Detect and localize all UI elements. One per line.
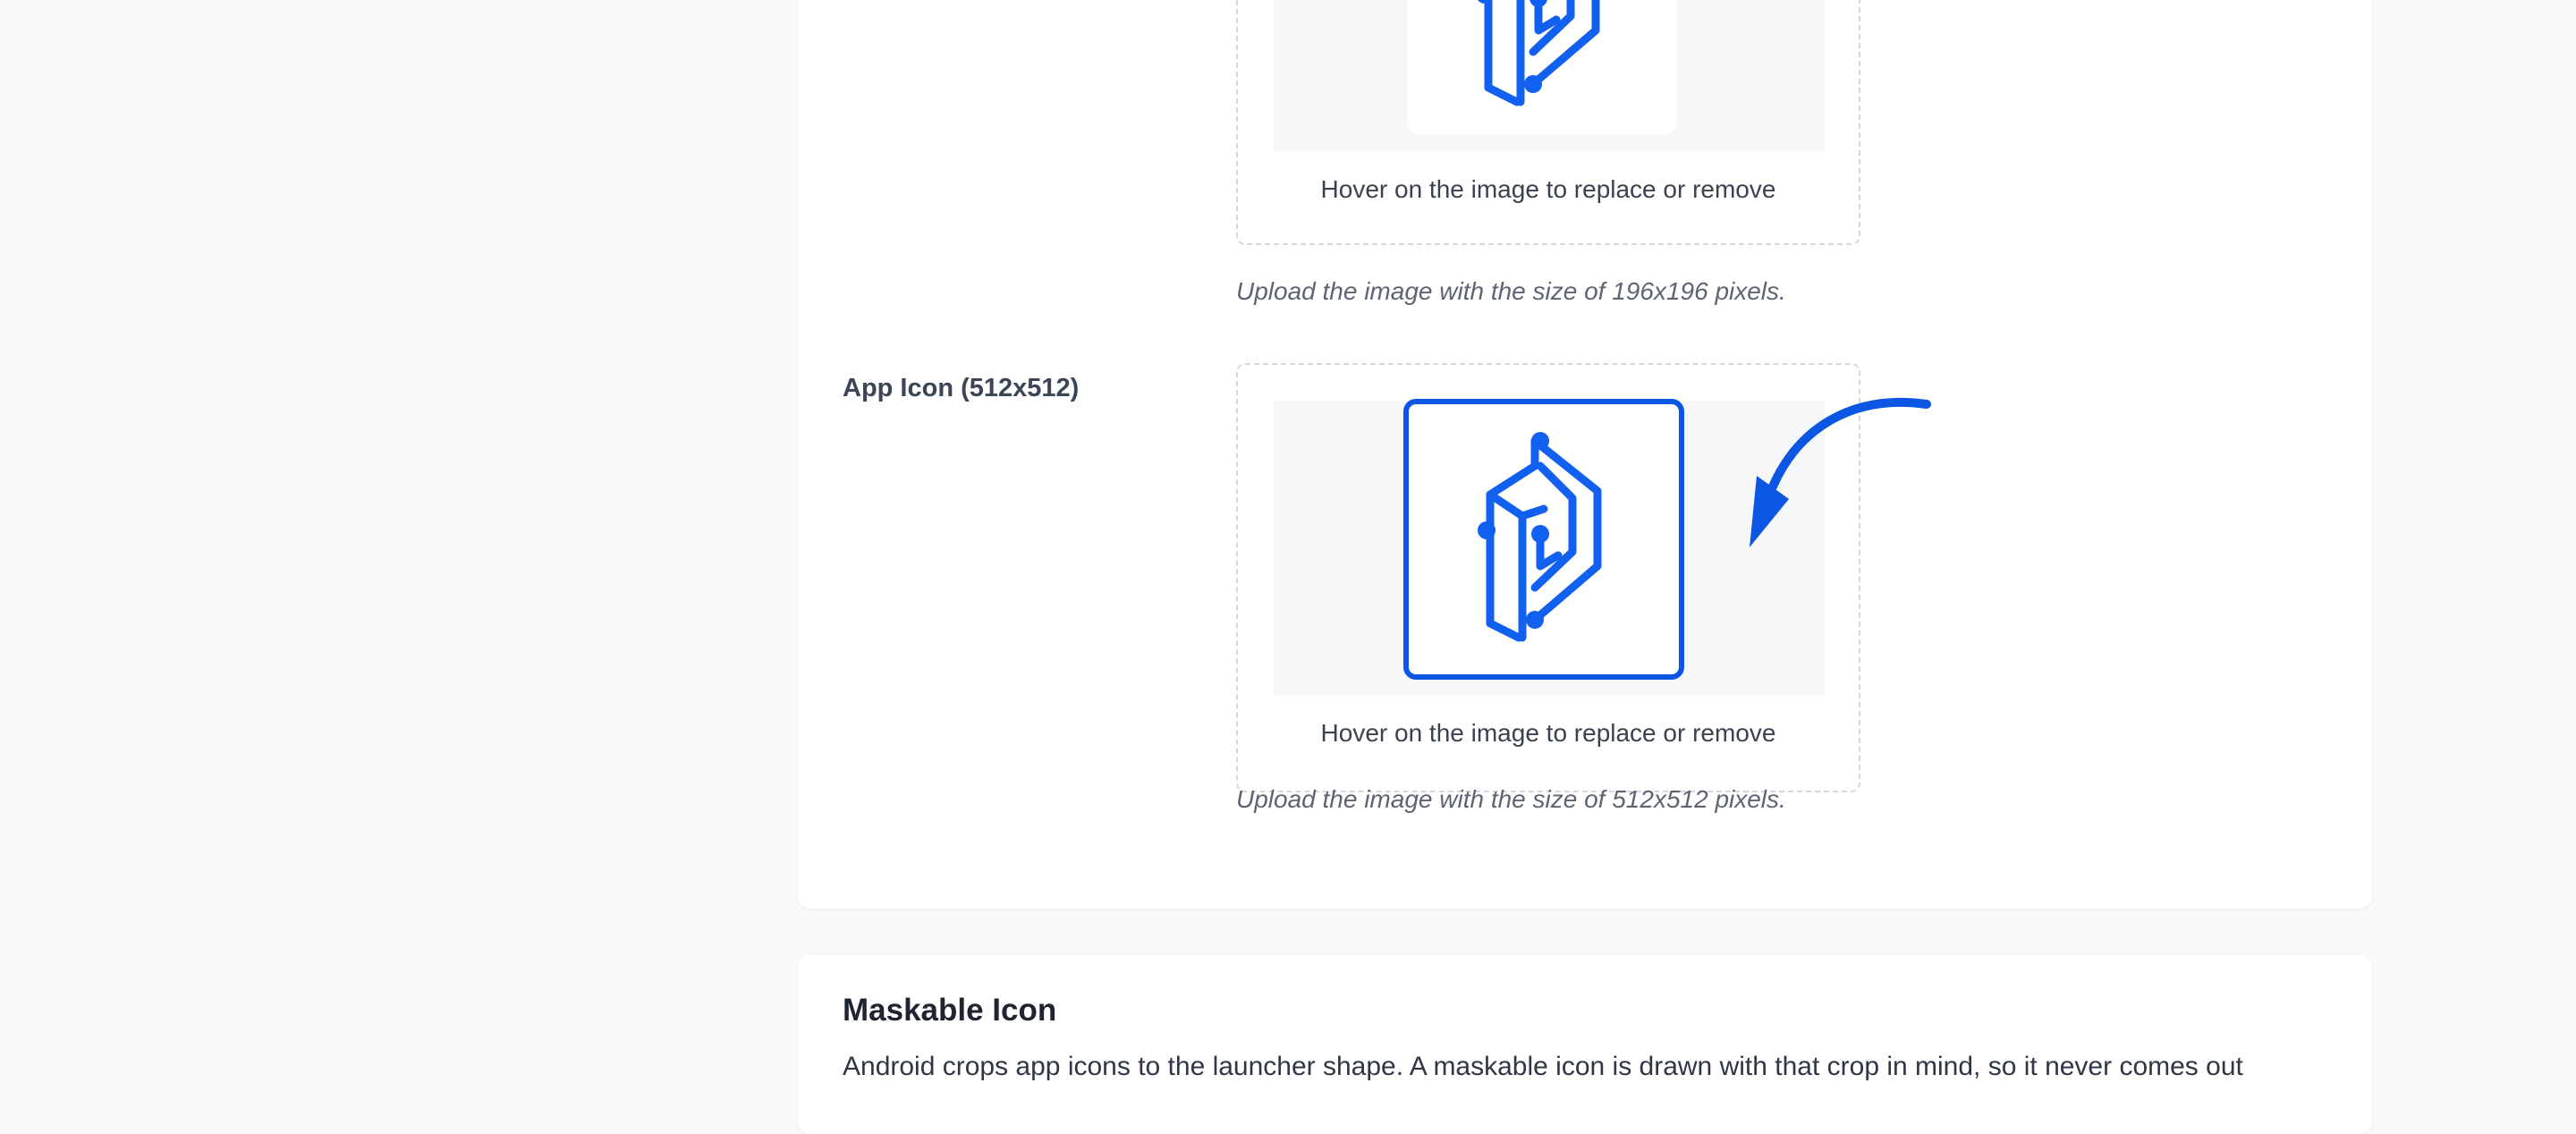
app-icon-192-size-hint: Upload the image with the size of 196x19… — [1236, 277, 1786, 305]
app-icon-512-label: App Icon (512x512) — [843, 374, 1080, 402]
app-icon-192-preview — [1274, 0, 1825, 152]
brand-logo-icon — [1478, 0, 1600, 106]
app-icon-512-hover-text: Hover on the image to replace or remove — [1320, 719, 1776, 747]
app-icon-512-size-hint: Upload the image with the size of 512x51… — [1236, 785, 1786, 813]
curved-arrow-icon — [1750, 397, 1931, 547]
app-icons-card: Hover on the image to replace or remove … — [798, 0, 2372, 909]
brand-logo-icon — [1478, 432, 1602, 642]
maskable-icon-card: Maskable Icon Android crops app icons to… — [798, 955, 2372, 1134]
maskable-icon-description: Android crops app icons to the launcher … — [843, 1052, 2243, 1081]
app-icon-512-image[interactable] — [1403, 399, 1684, 680]
app-icon-192-dropzone[interactable]: Hover on the image to replace or remove — [1236, 0, 1860, 245]
app-icon-192-hover-text: Hover on the image to replace or remove — [1320, 175, 1776, 203]
app-icon-192-image[interactable] — [1408, 0, 1676, 134]
maskable-icon-title: Maskable Icon — [843, 993, 1057, 1028]
